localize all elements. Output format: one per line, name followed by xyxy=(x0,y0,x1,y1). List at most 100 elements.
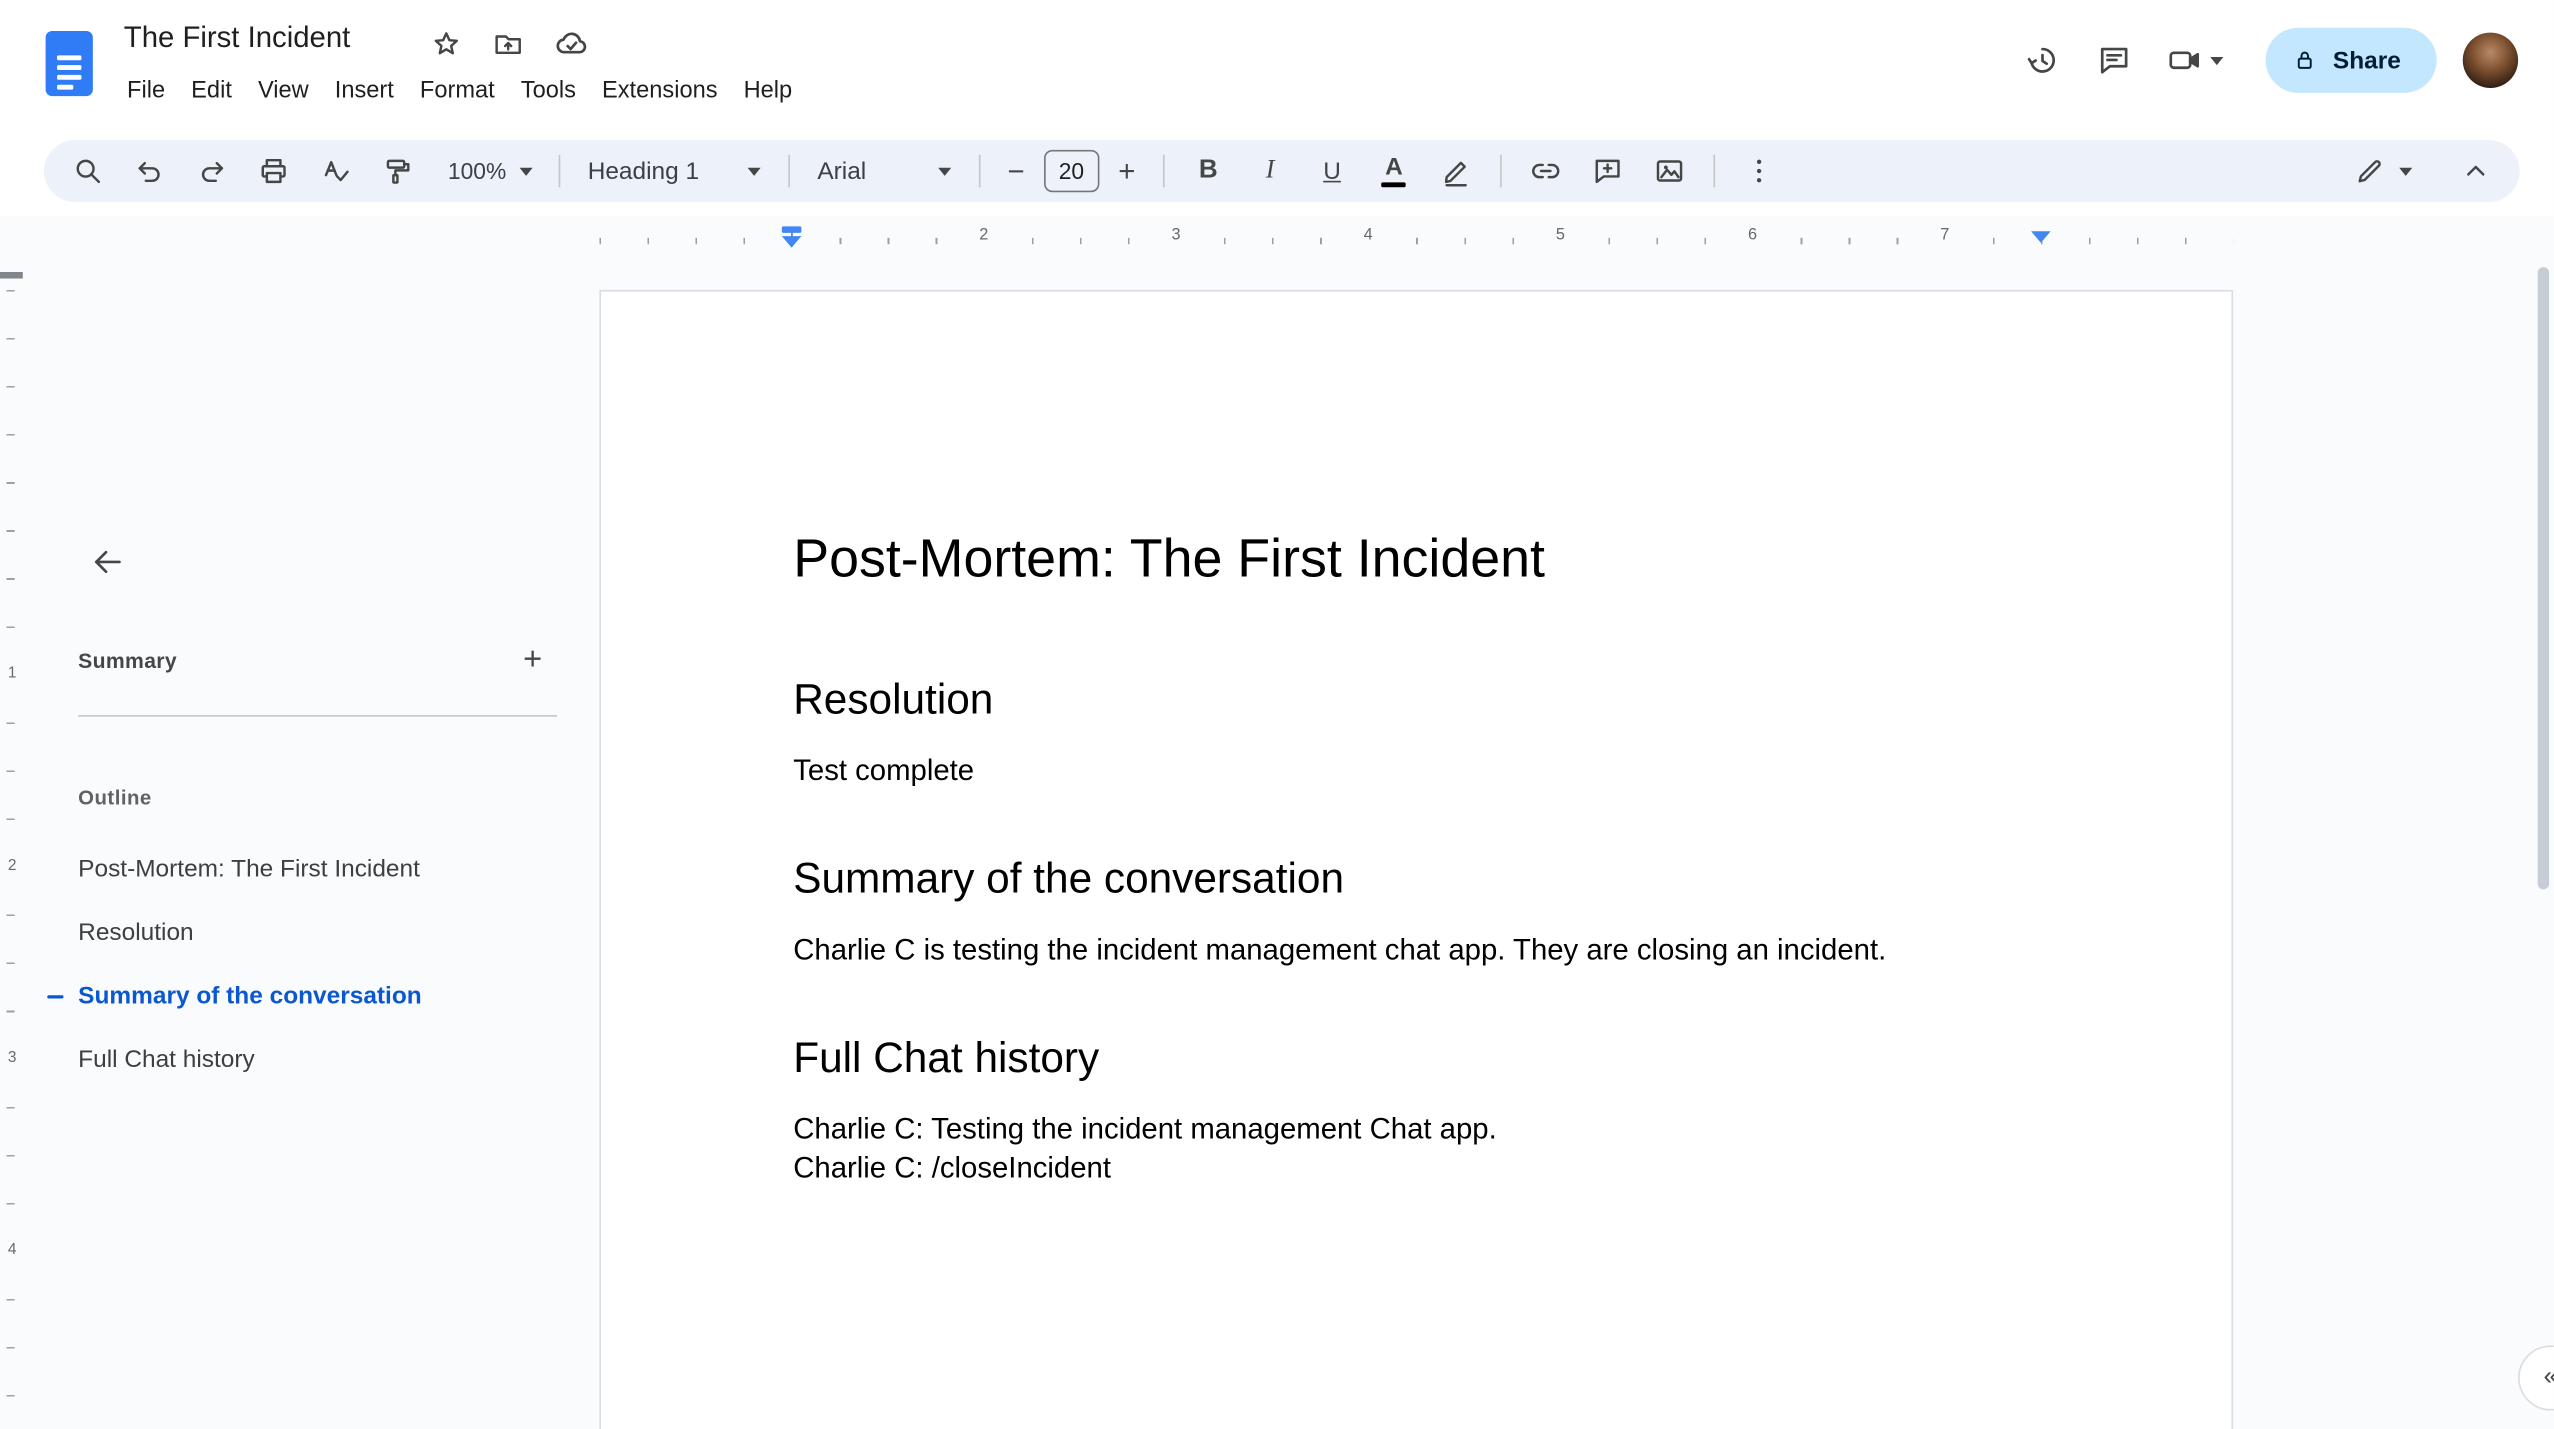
move-folder-icon[interactable] xyxy=(492,28,525,61)
menu-file[interactable]: File xyxy=(114,70,178,112)
ruler-number: 6 xyxy=(1743,226,1763,246)
outline-item-label: Full Chat history xyxy=(78,1045,255,1074)
left-indent-marker[interactable] xyxy=(781,236,802,248)
add-summary-button[interactable]: + xyxy=(508,635,557,684)
outline-item-label: Summary of the conversation xyxy=(78,982,422,1010)
collapse-panel-button[interactable]: « xyxy=(2518,1345,2554,1411)
undo-button[interactable] xyxy=(119,145,181,197)
print-button[interactable] xyxy=(243,145,305,197)
horizontal-ruler: 1 2 3 4 5 6 7 xyxy=(0,225,2554,254)
docs-app-icon[interactable] xyxy=(45,30,93,97)
doc-paragraph[interactable]: Charlie C: /closeIncident xyxy=(793,1148,2039,1187)
toolbar: 100% Heading 1 Arial − 20 + B I U A xyxy=(43,140,2520,202)
paint-format-button[interactable] xyxy=(366,145,428,197)
ruler-number: 4 xyxy=(1,1241,23,1260)
ruler-number: 4 xyxy=(1358,226,1378,246)
underline-button[interactable]: U xyxy=(1301,145,1363,197)
document-page[interactable]: Post-Mortem: The First Incident Resoluti… xyxy=(599,289,2234,1429)
font-family-value: Arial xyxy=(817,157,867,185)
divider xyxy=(1499,154,1502,188)
divider xyxy=(1713,154,1715,188)
decrease-font-size-button[interactable]: − xyxy=(993,145,1039,197)
close-outline-button[interactable] xyxy=(75,529,140,594)
back-arrow-icon xyxy=(94,550,121,573)
doc-heading-2[interactable]: Resolution xyxy=(793,673,2039,725)
caret-down-icon xyxy=(519,166,533,176)
vertical-scrollbar[interactable] xyxy=(2537,267,2550,890)
zoom-select[interactable]: 100% xyxy=(435,145,545,197)
title-actions xyxy=(430,26,590,62)
menu-tools[interactable]: Tools xyxy=(508,70,589,112)
first-line-indent-marker[interactable] xyxy=(781,226,802,233)
summary-label: Summary xyxy=(78,647,177,672)
font-size-input[interactable]: 20 xyxy=(1043,149,1100,193)
outline-item-label: Resolution xyxy=(78,918,194,947)
version-history-button[interactable] xyxy=(2007,26,2079,94)
document-title[interactable]: The First Incident xyxy=(124,21,351,55)
highlighter-icon xyxy=(1444,161,1467,187)
chevron-up-icon xyxy=(2467,165,2485,176)
menu-format[interactable]: Format xyxy=(407,70,508,112)
ruler-number: 5 xyxy=(1550,226,1570,246)
more-options-button[interactable] xyxy=(1728,145,1790,197)
redo-button[interactable] xyxy=(181,145,243,197)
menu-extensions[interactable]: Extensions xyxy=(589,70,731,112)
outline-list: Post-Mortem: The First Incident Resoluti… xyxy=(26,837,599,1091)
menu-edit[interactable]: Edit xyxy=(178,70,245,112)
ruler-number: 3 xyxy=(1166,226,1186,246)
ruler-number: 2 xyxy=(1,856,23,875)
plus-icon: + xyxy=(523,640,543,677)
menu-insert[interactable]: Insert xyxy=(322,70,407,112)
meet-call-button[interactable] xyxy=(2150,42,2240,78)
doc-heading-1[interactable]: Post-Mortem: The First Incident xyxy=(793,526,2039,591)
summary-section: Summary + xyxy=(78,632,557,687)
divider xyxy=(1162,154,1165,188)
insert-link-button[interactable] xyxy=(1514,145,1576,197)
menu-help[interactable]: Help xyxy=(731,70,806,112)
ruler-number: 7 xyxy=(1935,226,1955,246)
outline-item[interactable]: Post-Mortem: The First Incident xyxy=(26,837,599,901)
doc-paragraph[interactable]: Charlie C is testing the incident manage… xyxy=(793,930,2039,969)
caret-down-icon xyxy=(937,166,951,176)
current-section-indicator xyxy=(47,994,64,999)
doc-paragraph[interactable]: Test complete xyxy=(793,751,2039,790)
zoom-value: 100% xyxy=(447,157,507,185)
ruler-number: 1 xyxy=(1,664,23,683)
text-color-icon: A xyxy=(1381,154,1407,188)
cloud-saved-icon[interactable] xyxy=(554,26,590,62)
ruler-number: 2 xyxy=(974,226,994,246)
increase-font-size-button[interactable]: + xyxy=(1104,145,1150,197)
avatar[interactable] xyxy=(2462,32,2519,88)
share-label: Share xyxy=(2332,46,2401,75)
text-color-button[interactable]: A xyxy=(1363,145,1425,197)
caret-down-icon xyxy=(2210,56,2224,65)
outline-item[interactable]: Full Chat history xyxy=(26,1028,599,1092)
search-menus-button[interactable] xyxy=(57,145,119,197)
menu-view[interactable]: View xyxy=(245,70,322,112)
add-comment-button[interactable] xyxy=(1576,145,1638,197)
italic-button[interactable]: I xyxy=(1239,145,1301,197)
outline-item-active[interactable]: Summary of the conversation xyxy=(26,964,599,1028)
double-chevron-left-icon: « xyxy=(2543,1363,2554,1392)
plus-icon: + xyxy=(1118,154,1136,188)
doc-heading-2[interactable]: Summary of the conversation xyxy=(793,852,2039,904)
bold-button[interactable]: B xyxy=(1177,145,1239,197)
paragraph-style-select[interactable]: Heading 1 xyxy=(573,145,775,197)
top-margin-marker[interactable] xyxy=(0,272,23,279)
outline-item[interactable]: Resolution xyxy=(26,901,599,965)
font-family-select[interactable]: Arial xyxy=(803,145,966,197)
insert-image-button[interactable] xyxy=(1638,145,1700,197)
right-indent-marker[interactable] xyxy=(2031,231,2051,243)
share-button[interactable]: Share xyxy=(2266,27,2437,93)
star-icon[interactable] xyxy=(430,28,463,61)
caret-down-icon xyxy=(747,166,761,176)
header-actions: Share xyxy=(2007,26,2519,94)
google-docs-window: The First Incident File Edit View Insert… xyxy=(0,0,2554,1429)
highlight-color-button[interactable] xyxy=(1425,145,1487,197)
hide-menus-button[interactable] xyxy=(2448,145,2503,197)
doc-paragraph[interactable]: Charlie C: Testing the incident manageme… xyxy=(793,1109,2039,1148)
doc-heading-2[interactable]: Full Chat history xyxy=(793,1031,2039,1083)
comments-button[interactable] xyxy=(2079,26,2151,94)
spellcheck-button[interactable] xyxy=(305,145,367,197)
editing-mode-select[interactable] xyxy=(2341,145,2426,197)
